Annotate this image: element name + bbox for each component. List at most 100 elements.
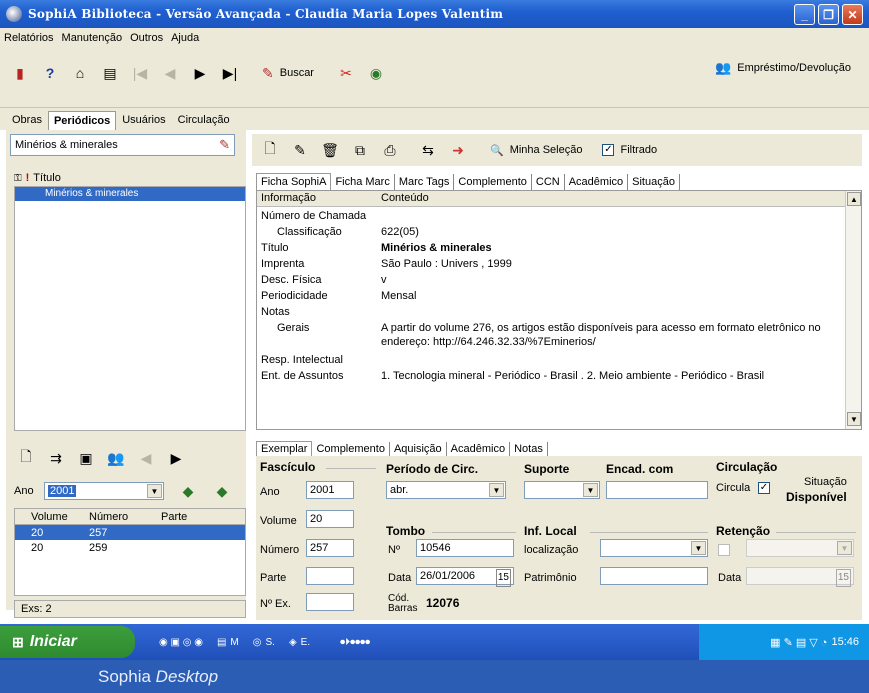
encad-field[interactable] [606, 481, 708, 499]
menu-manutencao[interactable]: Manutenção [62, 32, 123, 44]
col-parte[interactable]: Parte [157, 511, 237, 523]
tools-icon[interactable]: ✂ [334, 62, 358, 84]
exit-icon[interactable]: ▮ [8, 62, 32, 84]
tab-ficha-sophia[interactable]: Ficha SophiA [256, 173, 332, 190]
people-small-icon[interactable]: 👥 [104, 447, 128, 469]
tab-ccn[interactable]: CCN [532, 174, 565, 190]
chevron-down-icon[interactable]: ▼ [837, 541, 852, 555]
tab-complemento-ex[interactable]: Complemento [312, 442, 390, 456]
tab-ficha-marc[interactable]: Ficha Marc [331, 174, 395, 190]
new-icon[interactable]: 🗋 [14, 447, 38, 469]
tab-periodicos[interactable]: Periódicos [47, 111, 117, 130]
retencao-select[interactable]: ▼ [746, 539, 854, 557]
ano-field[interactable]: 2001 [306, 481, 354, 499]
move-icon[interactable]: ⇆ [416, 139, 440, 161]
tab-academico[interactable]: Acadêmico [565, 174, 629, 190]
tab-notas[interactable]: Notas [510, 442, 548, 456]
tab-situacao[interactable]: Situação [628, 174, 680, 190]
buscar-button[interactable]: ✎ Buscar [256, 63, 320, 84]
menu-relatorios[interactable]: Relatórios [4, 32, 54, 44]
app-icon [6, 6, 22, 22]
circula-checkbox[interactable]: ✓ [758, 482, 770, 494]
exemplar-form: Fascículo Ano 2001 Volume 20 Número 257 … [256, 456, 862, 620]
tab-academico-ex[interactable]: Acadêmico [447, 442, 511, 456]
scroll-down-icon[interactable]: ▼ [847, 412, 861, 426]
list-header-title[interactable]: Título [33, 172, 61, 184]
tab-complemento[interactable]: Complemento [454, 174, 532, 190]
filtrado-checkbox[interactable]: ✓ Filtrado [596, 142, 663, 158]
tombo-n-field[interactable]: 10546 [416, 539, 514, 557]
print-icon[interactable]: ⎙ [378, 139, 402, 161]
task-button[interactable]: ▤ M [217, 637, 239, 648]
periodo-select[interactable]: abr. ▼ [386, 481, 506, 499]
notes-icon[interactable]: ▤ [98, 62, 122, 84]
chevron-down-icon[interactable]: ▼ [583, 483, 598, 497]
stack-icon[interactable]: ▣ [74, 447, 98, 469]
parte-field[interactable] [306, 567, 354, 585]
detail-value: v [381, 274, 387, 286]
retencao-checkbox[interactable] [718, 544, 730, 556]
task-button[interactable]: ◈ E. [289, 637, 310, 648]
export-icon[interactable]: ➜ [446, 139, 470, 161]
last-record-icon[interactable]: ▶| [218, 62, 242, 84]
emprestimo-button[interactable]: 👥 Empréstimo/Devolução [715, 60, 851, 76]
delete-icon[interactable]: 🗑 [318, 139, 342, 161]
start-button[interactable]: ⊞ Iniciar [0, 626, 135, 658]
next-year-icon[interactable]: ◆ [210, 480, 234, 502]
chevron-down-icon[interactable]: ▼ [147, 484, 162, 498]
tab-exemplar[interactable]: Exemplar [256, 441, 313, 456]
copy-icon[interactable]: ⧉ [348, 139, 372, 161]
titles-list[interactable]: Minérios & minerales [14, 186, 246, 431]
tab-circulacao[interactable]: Circulação [172, 110, 236, 130]
maximize-button[interactable]: ❐ [818, 4, 839, 25]
scroll-up-icon[interactable]: ▲ [847, 192, 861, 206]
list-header: ⚿ ! Título [14, 170, 246, 186]
tab-aquisicao[interactable]: Aquisição [390, 442, 447, 456]
menu-outros[interactable]: Outros [130, 32, 163, 44]
left-arrow-icon[interactable]: ◀ [134, 447, 158, 469]
calendar-icon[interactable]: 15 [835, 569, 851, 587]
tombo-data-field[interactable]: 26/01/2006 15 [416, 567, 514, 587]
menu-ajuda[interactable]: Ajuda [171, 32, 199, 44]
home-icon[interactable]: ⌂ [68, 62, 92, 84]
media-controls-icon[interactable]: ⏺⏵⏺⏺⏺⏺ [340, 637, 370, 648]
close-button[interactable]: ✕ [842, 4, 863, 25]
details-scrollbar[interactable]: ▲ ▼ [845, 191, 861, 429]
right-arrow-icon[interactable]: ▶ [164, 447, 188, 469]
table-row[interactable]: 20 257 [15, 525, 245, 540]
first-record-icon[interactable]: |◀ [128, 62, 152, 84]
prev-record-icon[interactable]: ◀ [158, 62, 182, 84]
help-icon[interactable]: ? [38, 62, 62, 84]
suporte-select[interactable]: ▼ [524, 481, 600, 499]
quicklaunch-icons[interactable]: ◉ ▣ ◎ ◉ [159, 637, 203, 648]
tab-usuarios[interactable]: Usuários [116, 110, 171, 130]
next-record-icon[interactable]: ▶ [188, 62, 212, 84]
table-row[interactable]: 20 259 [15, 540, 245, 555]
col-numero[interactable]: Número [85, 511, 157, 523]
numero-field[interactable]: 257 [306, 539, 354, 557]
patrimonio-field[interactable] [600, 567, 708, 585]
new-doc-icon[interactable]: 🗋 [258, 139, 282, 161]
nex-field[interactable] [306, 593, 354, 611]
ano-select[interactable]: 2001 ▼ [44, 482, 164, 500]
chevron-down-icon[interactable]: ▼ [691, 541, 706, 555]
copy-to-icon[interactable]: ⇉ [44, 447, 68, 469]
localizacao-select[interactable]: ▼ [600, 539, 708, 557]
search-input[interactable]: Minérios & minerales ✎ [10, 134, 235, 156]
ret-data-field[interactable]: 15 [746, 567, 854, 587]
task-button[interactable]: ◎ S. [253, 637, 275, 648]
globe-icon[interactable]: ◉ [364, 62, 388, 84]
tab-marc-tags[interactable]: Marc Tags [395, 174, 455, 190]
minimize-button[interactable]: _ [794, 4, 815, 25]
col-volume[interactable]: Volume [15, 511, 85, 523]
calendar-icon[interactable]: 15 [495, 569, 511, 587]
tray-icons[interactable]: ▦ ✎ ▤ ▽ ◔ [770, 636, 827, 649]
search-pencil-icon[interactable]: ✎ [219, 137, 230, 153]
list-item[interactable]: Minérios & minerales [15, 187, 245, 201]
minha-selecao-button[interactable]: 🔍 Minha Seleção [484, 142, 588, 159]
tab-obras[interactable]: Obras [6, 110, 48, 130]
edit-doc-icon[interactable]: ✎ [288, 139, 312, 161]
chevron-down-icon[interactable]: ▼ [489, 483, 504, 497]
prev-year-icon[interactable]: ◆ [176, 480, 200, 502]
volume-field[interactable]: 20 [306, 510, 354, 528]
